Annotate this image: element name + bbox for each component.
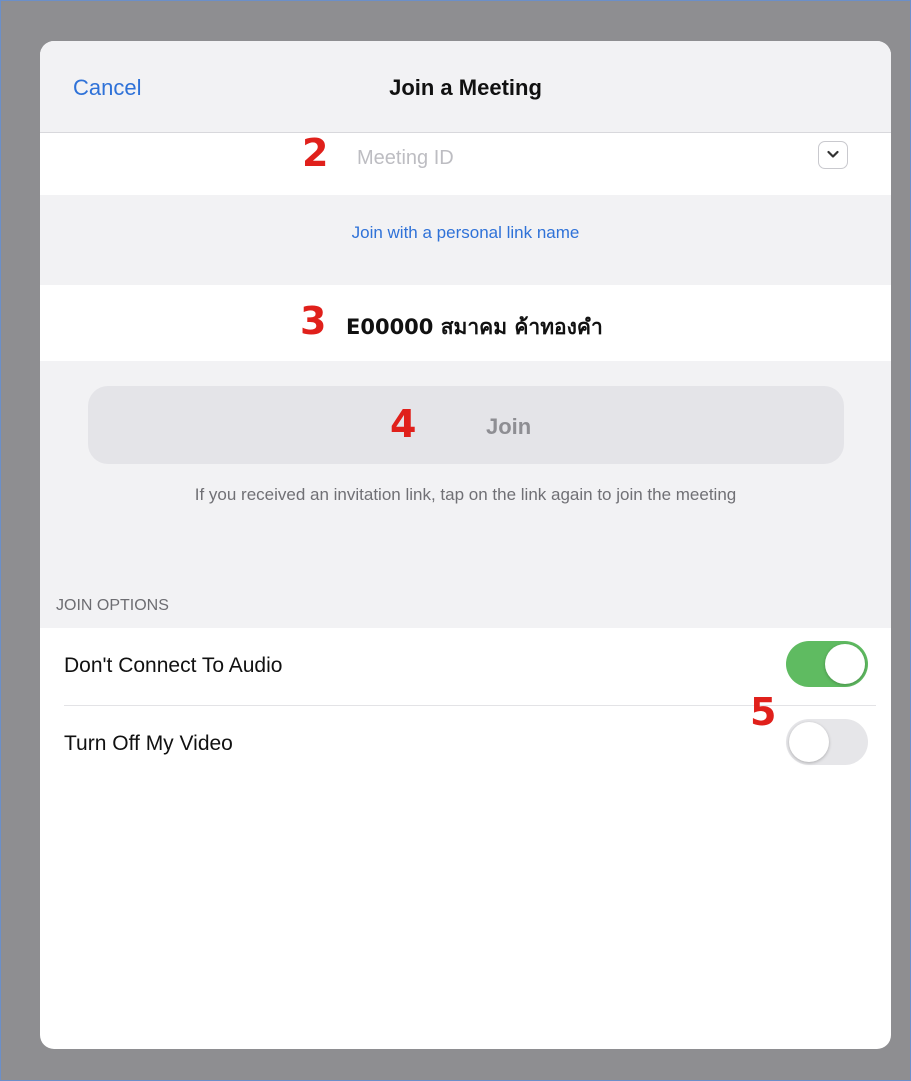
join-section: 4 Join If you received an invitation lin… <box>40 361 891 628</box>
step-marker-3: 3 <box>300 299 327 343</box>
join-button-label: Join <box>486 414 532 439</box>
toggle-knob <box>789 722 829 762</box>
display-name-row[interactable]: 3 E00000 สมาคม ค้าทองคำ <box>40 285 891 361</box>
display-name-field[interactable]: E00000 สมาคม ค้าทองคำ <box>346 311 603 344</box>
option-row-video: 5 Turn Off My Video <box>40 690 891 784</box>
video-toggle-clip <box>40 706 891 770</box>
step-marker-4: 4 <box>390 402 417 446</box>
meeting-id-dropdown-button[interactable] <box>818 141 848 169</box>
screenshot-frame: Cancel Join a Meeting 2 Join with a pers… <box>0 0 911 1081</box>
invitation-hint: If you received an invitation link, tap … <box>194 485 737 504</box>
chevron-down-icon <box>827 146 839 164</box>
meeting-id-input[interactable] <box>355 133 799 183</box>
page-title: Join a Meeting <box>389 75 542 100</box>
meeting-id-row: 2 <box>40 131 891 195</box>
video-toggle[interactable] <box>786 719 868 765</box>
personal-link-section: Join with a personal link name <box>40 195 891 285</box>
join-button[interactable]: 4 Join <box>88 386 844 464</box>
nav-bar: Cancel Join a Meeting <box>40 41 891 133</box>
join-options-header: JOIN OPTIONS <box>56 597 169 614</box>
option-label-audio: Don't Connect To Audio <box>64 654 283 677</box>
audio-toggle[interactable] <box>786 641 868 687</box>
step-marker-2: 2 <box>302 131 329 175</box>
join-with-personal-link-button[interactable]: Join with a personal link name <box>40 223 891 243</box>
toggle-knob <box>825 644 865 684</box>
join-meeting-sheet: Cancel Join a Meeting 2 Join with a pers… <box>40 41 891 1049</box>
